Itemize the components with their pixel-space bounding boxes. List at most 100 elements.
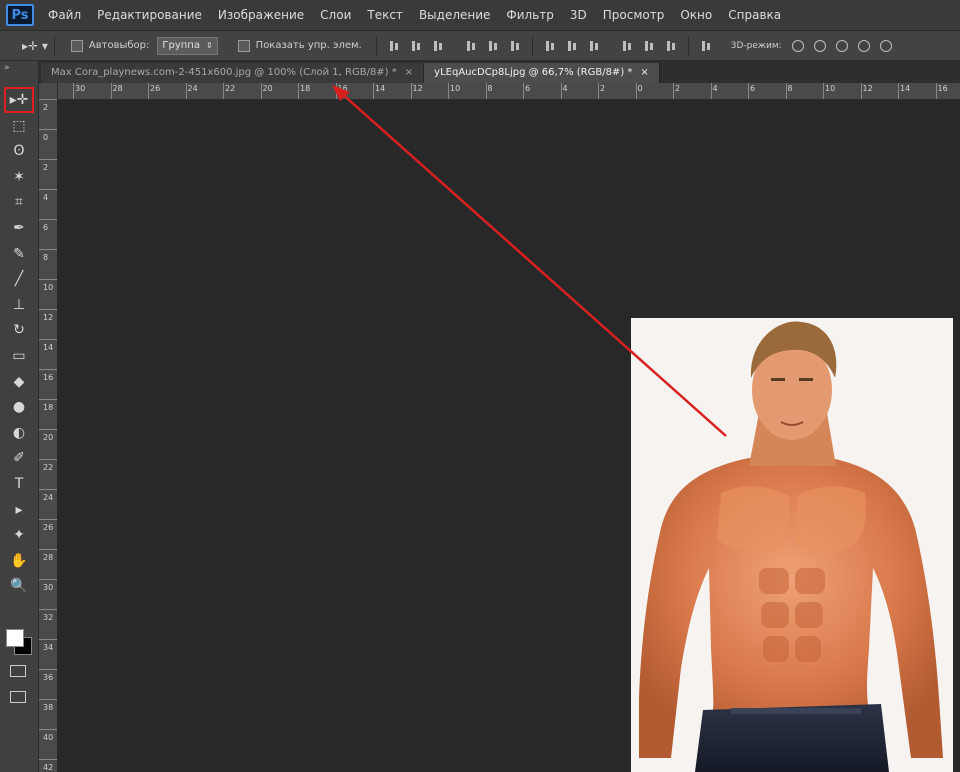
crop-tool[interactable]: ⌗ [6, 191, 32, 213]
ruler-tick [39, 519, 57, 520]
menu-help[interactable]: Справка [720, 0, 789, 30]
ruler-tick [39, 399, 57, 400]
panel-collapse-icon[interactable]: » [4, 63, 10, 73]
hand-tool[interactable]: ✋ [6, 550, 32, 572]
tab-document-1[interactable]: Max Cora_playnews.com-2-451x600.jpg @ 10… [41, 63, 425, 83]
3d-roll-icon[interactable] [813, 39, 826, 52]
move-tool-preset-icon[interactable]: ▸✛ ▾ [22, 39, 48, 53]
ruler-tick [785, 83, 787, 99]
3d-rotate-icon[interactable] [791, 39, 804, 52]
clone-stamp-tool[interactable]: ⊥ [6, 294, 32, 316]
brush-tool[interactable]: ╱ [6, 268, 32, 290]
ruler-tick-label: 14 [900, 84, 911, 93]
autoselect-checkbox[interactable] [70, 39, 83, 52]
ruler-tick [39, 609, 57, 610]
align-right-icon[interactable] [509, 40, 521, 52]
marquee-tool[interactable]: ⬚ [6, 115, 32, 137]
shape-tool[interactable]: ✦ [6, 524, 32, 546]
menu-image[interactable]: Изображение [210, 0, 312, 30]
menu-select[interactable]: Выделение [411, 0, 498, 30]
align-bottom-icon[interactable] [432, 40, 444, 52]
align-vertical-center-icon[interactable] [410, 40, 422, 52]
menu-filter[interactable]: Фильтр [498, 0, 561, 30]
zoom-tool[interactable]: 🔍 [6, 575, 32, 597]
show-controls-label: Показать упр. элем. [255, 40, 362, 51]
3d-slide-icon[interactable] [857, 39, 870, 52]
align-top-icon[interactable] [388, 40, 400, 52]
ruler-tick [39, 159, 57, 160]
paint-bucket-tool[interactable]: ◆ [6, 371, 32, 393]
move-tool[interactable]: ▸✛ [4, 87, 34, 113]
show-controls-checkbox[interactable] [237, 39, 250, 52]
foreground-color-swatch[interactable] [6, 629, 24, 647]
ruler-tick [39, 249, 57, 250]
magic-wand-tool[interactable]: ✶ [6, 166, 32, 188]
autoselect-dropdown[interactable]: Группа ⇕ [157, 36, 218, 55]
align-horizontal-center-icon[interactable] [487, 40, 499, 52]
ruler-tick-label: 10 [43, 283, 54, 292]
menu-type[interactable]: Текст [359, 0, 411, 30]
screen-mode-icon[interactable] [10, 691, 26, 703]
tools-panel: » ▸✛ ⬚ ʘ ✶ ⌗ ✒ ✎ ╱ ⊥ ↻ ▭ ◆ ● ◐ ✐ T ▸ ✦ ✋ 🔍 [0, 61, 39, 772]
vertical-ruler[interactable]: 2 0 2 4 6 8 10 12 14 16 18 20 22 24 26 28 30 32 34 36 38 40 42 [39, 83, 58, 772]
dodge-tool[interactable]: ◐ [6, 422, 32, 444]
ruler-tick [598, 83, 599, 99]
align-left-icon[interactable] [465, 40, 477, 52]
menu-window[interactable]: Окно [672, 0, 720, 30]
eyedropper-tool[interactable]: ✒ [6, 217, 32, 239]
pen-tool[interactable]: ✐ [6, 447, 32, 469]
3d-drag-icon[interactable] [835, 39, 848, 52]
tab-document-2[interactable]: yLEqAucDCp8Ljpg @ 66,7% (RGB/8#) * × [424, 63, 660, 83]
ruler-tick [39, 189, 57, 190]
ruler-tick-label: 8 [787, 84, 793, 93]
ruler-tick-label: 6 [43, 223, 49, 232]
close-icon[interactable]: × [640, 63, 648, 83]
divider [375, 35, 377, 56]
ruler-tick [39, 459, 57, 460]
ruler-tick-label: 2 [600, 84, 606, 93]
lasso-tool[interactable]: ʘ [6, 140, 32, 162]
menu-bar: Ps Файл Редактирование Изображение Слои … [0, 0, 960, 31]
3d-scale-icon[interactable] [879, 39, 892, 52]
auto-align-icon[interactable] [700, 40, 712, 52]
ruler-origin[interactable] [39, 83, 57, 99]
autoselect-label: Автовыбор: [88, 40, 150, 51]
ruler-tick-label: 10 [825, 84, 836, 93]
history-brush-tool[interactable]: ↻ [6, 319, 32, 341]
ruler-tick [39, 729, 57, 730]
options-bar: ▸✛ ▾ Автовыбор: Группа ⇕ Показать упр. э… [0, 31, 960, 61]
healing-brush-tool[interactable]: ✎ [6, 243, 32, 265]
blur-tool[interactable]: ● [6, 396, 32, 418]
menu-view[interactable]: Просмотр [595, 0, 673, 30]
distribute-hcenter-icon[interactable] [643, 40, 655, 52]
ruler-tick [935, 83, 937, 99]
distribute-left-icon[interactable] [621, 40, 633, 52]
ruler-tick-label: 32 [43, 613, 54, 622]
ruler-tick-label: 20 [43, 433, 54, 442]
menu-edit[interactable]: Редактирование [89, 0, 210, 30]
ruler-tick-label: 40 [43, 733, 54, 742]
distribute-bottom-icon[interactable] [588, 40, 600, 52]
ruler-tick [39, 639, 57, 640]
distribute-vcenter-icon[interactable] [566, 40, 578, 52]
close-icon[interactable]: × [405, 63, 413, 83]
ruler-tick [485, 83, 487, 99]
ruler-tick-label: 16 [43, 373, 54, 382]
distribute-right-icon[interactable] [665, 40, 677, 52]
horizontal-ruler[interactable]: 30 28 26 24 22 20 18 16 14 12 10 8 6 4 2 0 2 4 6 8 10 12 14 16 [57, 83, 960, 100]
menu-file[interactable]: Файл [40, 0, 89, 30]
quick-mask-icon[interactable] [10, 665, 26, 677]
eraser-tool[interactable]: ▭ [6, 345, 32, 367]
distribute-top-icon[interactable] [544, 40, 556, 52]
ruler-tick-label: 12 [862, 84, 873, 93]
menu-3d[interactable]: 3D [562, 0, 595, 30]
ruler-tick [110, 83, 112, 99]
ruler-tick [39, 579, 57, 580]
ruler-tick [39, 669, 57, 670]
ruler-tick [39, 129, 57, 130]
path-selection-tool[interactable]: ▸ [6, 499, 32, 521]
divider [53, 35, 55, 56]
type-tool[interactable]: T [6, 473, 32, 495]
ruler-tick-label: 12 [43, 313, 54, 322]
menu-layers[interactable]: Слои [312, 0, 359, 30]
